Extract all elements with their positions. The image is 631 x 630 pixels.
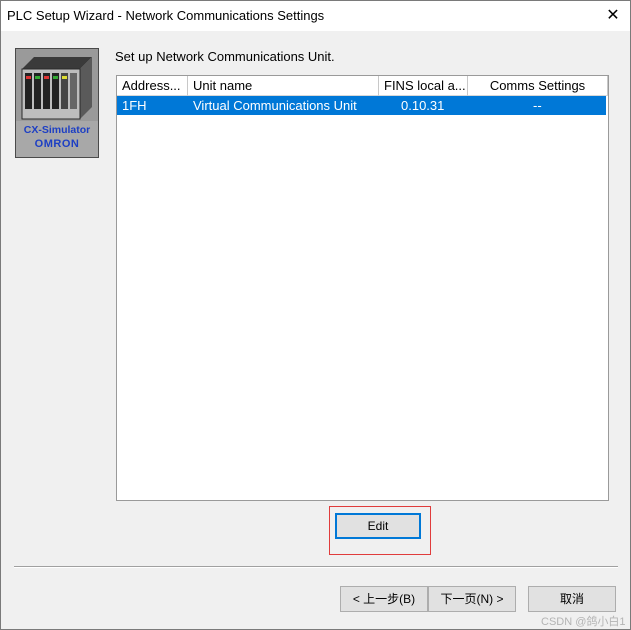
cx-simulator-logo: CX-Simulator OMRON: [15, 48, 99, 158]
logo-brand-text: OMRON: [34, 138, 80, 150]
table-row[interactable]: 1FH Virtual Communications Unit 0.10.31 …: [117, 96, 606, 115]
cell-unit-name: Virtual Communications Unit: [193, 98, 357, 113]
cell-fins-local: 0.10.31: [401, 98, 445, 113]
instruction-text: Set up Network Communications Unit.: [115, 49, 335, 64]
column-header-address[interactable]: Address...: [117, 76, 188, 96]
edit-button[interactable]: Edit: [335, 513, 421, 539]
back-button[interactable]: < 上一步(B): [340, 586, 428, 612]
watermark: CSDN @鸽小白1: [541, 616, 626, 628]
column-header-unit-name[interactable]: Unit name: [188, 76, 379, 96]
close-icon[interactable]: ✕: [596, 1, 630, 31]
divider: [14, 566, 618, 568]
column-header-comms-settings[interactable]: Comms Settings: [468, 76, 608, 96]
list-header: Address... Unit name FINS local a... Com…: [117, 76, 608, 96]
wizard-window: PLC Setup Wizard - Network Communication…: [0, 0, 631, 630]
column-header-fins-local[interactable]: FINS local a...: [379, 76, 468, 96]
units-list[interactable]: Address... Unit name FINS local a... Com…: [116, 75, 609, 501]
next-button[interactable]: 下一页(N) >: [428, 586, 516, 612]
cell-comms-settings: --: [533, 98, 542, 113]
title-bar: PLC Setup Wizard - Network Communication…: [1, 1, 630, 31]
logo-product-text: CX-Simulator: [23, 124, 91, 136]
window-title: PLC Setup Wizard - Network Communication…: [7, 8, 325, 23]
cell-address: 1FH: [122, 98, 147, 113]
cancel-button[interactable]: 取消: [528, 586, 616, 612]
